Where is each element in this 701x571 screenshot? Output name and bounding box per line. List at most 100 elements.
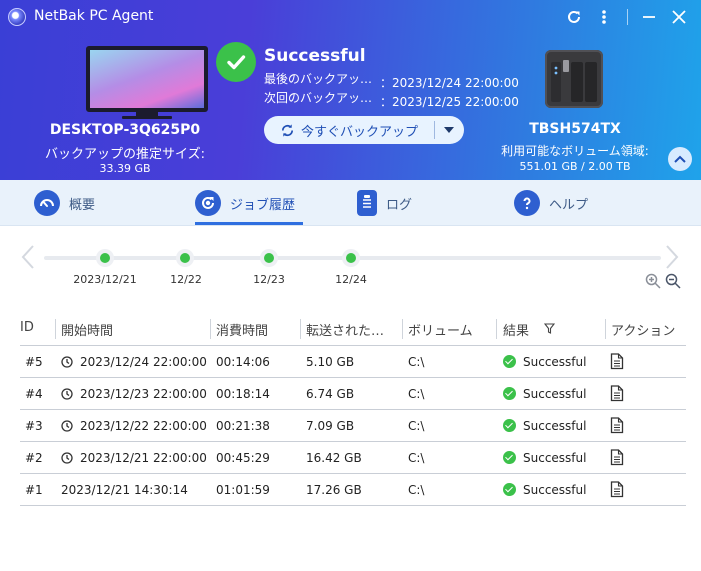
collapse-header-button[interactable]: [668, 147, 692, 171]
transferred-size: 6.74 GB: [306, 387, 355, 401]
next-backup-label: 次回のバックアッ…: [264, 91, 373, 105]
tab-job-history-label: ジョブ履歴: [230, 197, 296, 213]
timeline-point[interactable]: [260, 249, 278, 267]
nas-device-icon: [545, 50, 603, 108]
timeline-date: 12/22: [170, 273, 202, 286]
close-icon[interactable]: [668, 6, 690, 28]
start-time-cell: 2023/12/21 22:00:00: [61, 451, 207, 465]
column-header-volume[interactable]: ボリューム: [408, 320, 473, 339]
nas-name: TBSH574TX: [529, 121, 621, 137]
column-header-duration[interactable]: 消費時間: [216, 320, 268, 339]
success-icon: [503, 483, 516, 496]
column-divider[interactable]: [55, 319, 56, 339]
refresh-icon[interactable]: [563, 6, 585, 28]
column-divider[interactable]: [605, 319, 606, 339]
volume: C:\: [408, 483, 425, 497]
transferred-size: 16.42 GB: [306, 451, 362, 465]
nas-free-space-value: 551.01 GB / 2.00 TB: [519, 160, 631, 173]
backup-estimate-label: バックアップの推定サイズ:: [45, 147, 205, 162]
job-id: #1: [25, 483, 43, 497]
filter-icon[interactable]: [544, 323, 555, 334]
result-cell: Successful: [503, 483, 586, 497]
pc-monitor-icon: [86, 46, 208, 112]
volume: C:\: [408, 387, 425, 401]
tab-log-label: ログ: [386, 197, 413, 213]
clock-icon: [61, 388, 73, 400]
duration: 00:45:29: [216, 451, 270, 465]
column-divider[interactable]: [496, 319, 497, 339]
caret-down-icon: [444, 127, 454, 133]
summary-header: NetBak PC Agent DESKTOP-3Q625P0 バックアップの推…: [0, 0, 701, 180]
gauge-icon: [34, 190, 60, 216]
column-header-id[interactable]: ID: [20, 320, 34, 335]
title-bar-divider: [627, 9, 628, 25]
zoom-in-icon[interactable]: [645, 273, 661, 289]
column-header-action[interactable]: アクション: [611, 320, 675, 339]
tab-overview-label: 概要: [69, 197, 96, 213]
result-text: Successful: [523, 419, 587, 433]
transferred-size: 17.26 GB: [306, 483, 362, 497]
start-time: 2023/12/22 22:00:00: [80, 419, 207, 433]
column-divider[interactable]: [402, 319, 403, 339]
duration: 01:01:59: [216, 483, 270, 497]
column-divider[interactable]: [210, 319, 211, 339]
timeline-point[interactable]: [176, 249, 194, 267]
table-row[interactable]: #4 2023/12/23 22:00:00 00:18:14 6.74 GB …: [20, 378, 686, 410]
last-backup-row: 最後のバックアッ… ：2023/12/24 22:00:00: [264, 70, 519, 91]
duration: 00:21:38: [216, 419, 270, 433]
backup-now-button[interactable]: 今すぐバックアップ: [264, 121, 434, 140]
view-report-icon[interactable]: [610, 353, 624, 370]
start-time: 2023/12/23 22:00:00: [80, 387, 207, 401]
tab-help[interactable]: ヘルプ: [514, 180, 588, 226]
tab-job-history[interactable]: ジョブ履歴: [195, 180, 295, 226]
column-header-transferred[interactable]: 転送された…: [306, 320, 400, 339]
pc-name: DESKTOP-3Q625P0: [49, 122, 201, 138]
start-time: 2023/12/24 22:00:00: [80, 355, 207, 369]
column-header-result[interactable]: 結果: [503, 320, 529, 339]
tab-bar: 概要 ジョブ履歴 ログ ヘルプ: [0, 180, 701, 226]
clipboard-icon: [357, 190, 377, 216]
chevron-up-icon: [674, 155, 686, 163]
volume: C:\: [408, 419, 425, 433]
backup-now-label: 今すぐバックアップ: [301, 124, 419, 140]
app-title: NetBak PC Agent: [34, 8, 154, 24]
timeline-next-icon[interactable]: [664, 244, 680, 270]
tab-help-label: ヘルプ: [549, 197, 589, 213]
backup-timeline: 2023/12/21 12/22 12/23 12/24: [0, 236, 701, 296]
timeline-date: 12/23: [253, 273, 285, 286]
more-menu-icon[interactable]: [593, 6, 615, 28]
job-id: #2: [25, 451, 43, 465]
success-icon: [503, 387, 516, 400]
result-cell: Successful: [503, 355, 586, 369]
result-text: Successful: [523, 387, 587, 401]
timeline-prev-icon[interactable]: [20, 244, 36, 270]
view-report-icon[interactable]: [610, 481, 624, 498]
table-row[interactable]: #3 2023/12/22 22:00:00 00:21:38 7.09 GB …: [20, 410, 686, 442]
column-divider[interactable]: [300, 319, 301, 339]
view-report-icon[interactable]: [610, 449, 624, 466]
minimize-icon[interactable]: [638, 6, 660, 28]
result-text: Successful: [523, 355, 587, 369]
clock-icon: [61, 452, 73, 464]
backup-status-title: Successful: [264, 46, 366, 66]
zoom-out-icon[interactable]: [665, 273, 681, 289]
backup-options-dropdown[interactable]: [435, 126, 463, 134]
view-report-icon[interactable]: [610, 385, 624, 402]
table-row[interactable]: #5 2023/12/24 22:00:00 00:14:06 5.10 GB …: [20, 346, 686, 378]
column-header-start-time[interactable]: 開始時間: [61, 320, 113, 339]
nas-free-space-label: 利用可能なボリューム領域:: [501, 144, 649, 158]
tab-log[interactable]: ログ: [357, 180, 412, 226]
tab-overview[interactable]: 概要: [34, 180, 95, 226]
table-row[interactable]: #1 2023/12/21 14:30:14 01:01:59 17.26 GB…: [20, 474, 686, 506]
app-window: NetBak PC Agent DESKTOP-3Q625P0 バックアップの推…: [0, 0, 701, 571]
table-header: ID 開始時間 消費時間 転送された… ボリューム 結果 アクション: [20, 314, 686, 346]
timeline-point[interactable]: [342, 249, 360, 267]
view-report-icon[interactable]: [610, 417, 624, 434]
history-icon: [195, 190, 221, 216]
success-check-icon: [216, 42, 256, 82]
table-row[interactable]: #2 2023/12/21 22:00:00 00:45:29 16.42 GB…: [20, 442, 686, 474]
pc-monitor-base: [122, 116, 172, 119]
start-time: 2023/12/21 22:00:00: [80, 451, 207, 465]
success-icon: [503, 355, 516, 368]
timeline-point[interactable]: [96, 249, 114, 267]
